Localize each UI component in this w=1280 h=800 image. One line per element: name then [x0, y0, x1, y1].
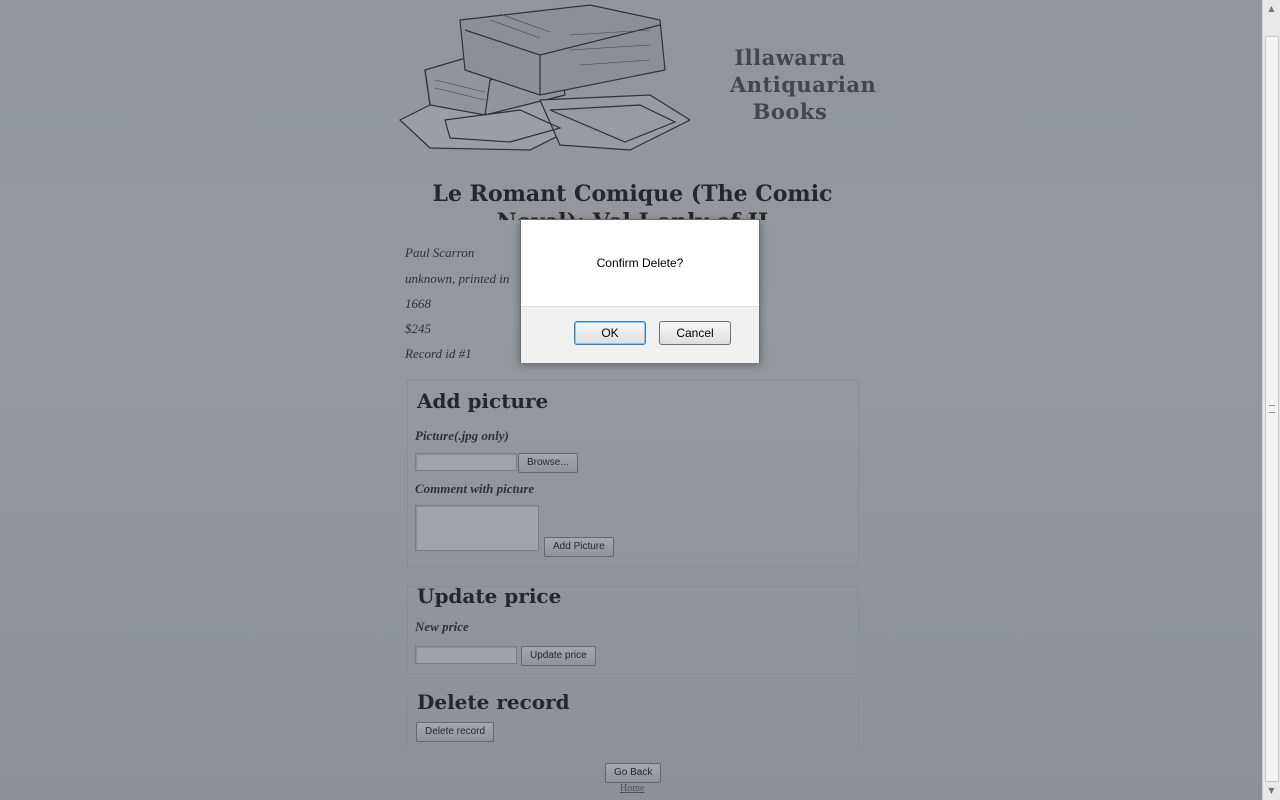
- cancel-button[interactable]: Cancel: [659, 321, 731, 345]
- scroll-up-icon[interactable]: ▲: [1266, 4, 1277, 13]
- vertical-scrollbar[interactable]: ▲ ▼: [1262, 0, 1280, 800]
- modal-overlay: [0, 0, 1263, 800]
- grip-icon: [1269, 405, 1275, 413]
- scroll-down-icon[interactable]: ▼: [1266, 786, 1277, 795]
- scroll-thumb[interactable]: [1265, 36, 1279, 782]
- dialog-message: Confirm Delete?: [596, 256, 684, 270]
- confirm-dialog: Confirm Delete? OK Cancel: [520, 219, 760, 363]
- ok-button[interactable]: OK: [574, 321, 646, 345]
- dialog-footer: OK Cancel: [521, 306, 759, 363]
